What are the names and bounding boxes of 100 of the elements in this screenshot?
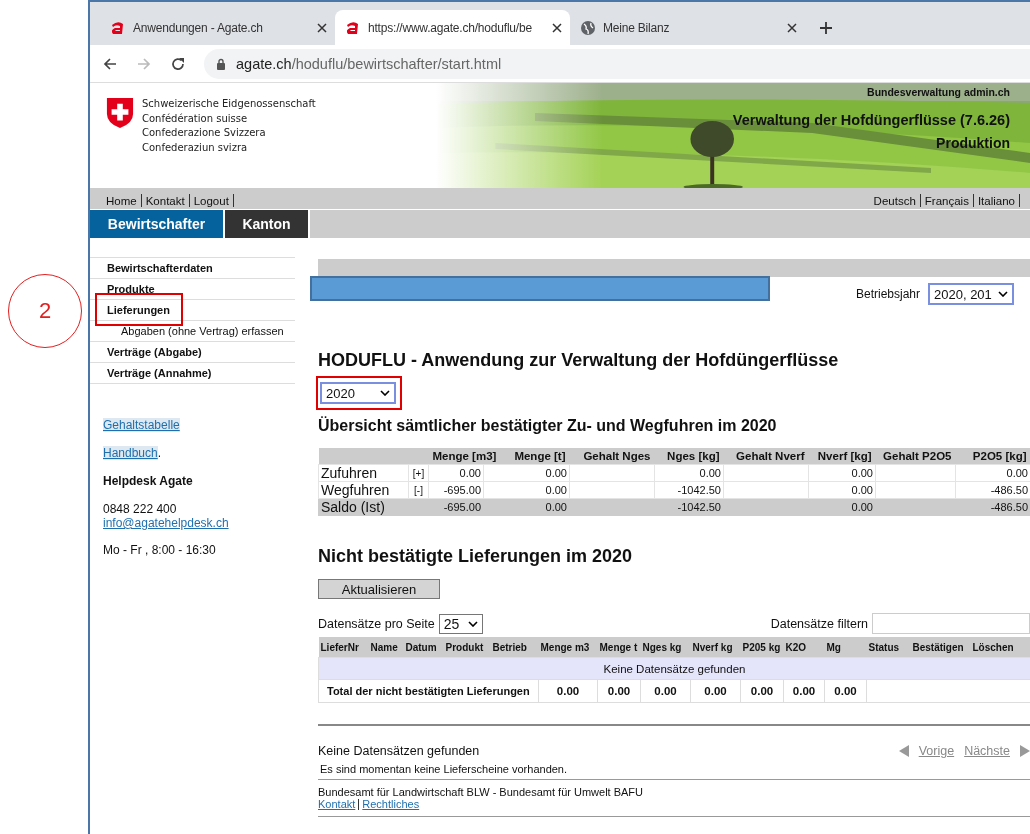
column-header: Datum xyxy=(405,641,437,653)
table-cell: 0.00 xyxy=(792,685,816,697)
table-cell: 0.00 xyxy=(704,685,727,697)
email-link[interactable]: info@agatehelpdesk.ch xyxy=(90,516,295,530)
previous-arrow-icon[interactable] xyxy=(898,745,909,757)
year-select[interactable]: 2020 xyxy=(320,382,396,404)
section-heading: Nicht bestätigte Lieferungen im 2020 xyxy=(318,546,634,567)
column-header: Gehalt P2O5 xyxy=(883,450,952,462)
footer-link[interactable]: Kontakt xyxy=(318,798,356,810)
confederation-name: Confederaziun svizra xyxy=(142,140,249,155)
column-header: Bestätigen xyxy=(912,641,964,653)
filter-field[interactable] xyxy=(872,613,1030,634)
column-header: Gehalt Nges xyxy=(583,450,651,462)
row-label: Zufuhren xyxy=(321,465,378,481)
column-header: Betrieb xyxy=(492,641,527,653)
table-cell: 0.00 xyxy=(834,685,857,697)
column-header: Name xyxy=(370,641,398,653)
confederation-name: Schweizerische Eidgenossenschaft xyxy=(142,97,316,111)
table-cell: -486.50 xyxy=(990,484,1028,496)
column-header: Nverf [kg] xyxy=(817,450,872,462)
top-nav-link[interactable]: Home xyxy=(106,194,142,207)
close-tab-icon[interactable] xyxy=(552,22,562,33)
next-link[interactable]: Nächste xyxy=(964,744,1010,758)
sidebar-menu-item[interactable]: Produkte xyxy=(107,283,155,295)
table-cell: 0.00 xyxy=(545,484,567,496)
table-cell: 0.00 xyxy=(556,685,580,697)
sidebar-menu-item[interactable]: Abgaben (ohne Vertrag) erfassen xyxy=(121,325,284,337)
column-header: Produkt xyxy=(445,641,484,653)
agate-logo-icon xyxy=(110,19,126,36)
column-header: Nges kg xyxy=(642,641,682,653)
caret-icon xyxy=(467,620,478,627)
table-cell: 0.00 xyxy=(851,484,873,496)
footer-link[interactable]: Rechtliches xyxy=(362,798,420,810)
records-status: Keine Datensätzen gefunden xyxy=(318,744,480,758)
lock-icon xyxy=(216,57,226,70)
column-header: Löschen xyxy=(972,641,1014,653)
table-cell: 0.00 xyxy=(459,467,481,479)
sidebar-menu-item[interactable]: Lieferungen xyxy=(107,304,170,316)
sidebar-menu-item[interactable]: Verträge (Abgabe) xyxy=(107,346,202,358)
table-cell: 0.00 xyxy=(750,685,774,697)
refresh-button[interactable]: Aktualisieren xyxy=(318,579,440,599)
total-label: Total der nicht bestätigten Lieferungen xyxy=(327,685,530,697)
language-link[interactable]: Français xyxy=(924,194,974,207)
back-arrow-icon[interactable] xyxy=(102,55,118,72)
globe-icon xyxy=(580,19,596,36)
column-header: P2O5 [kg] xyxy=(972,450,1027,462)
new-tab-icon[interactable] xyxy=(819,21,833,35)
page-size-select[interactable]: 25 xyxy=(438,613,483,634)
punctuation-text: . xyxy=(157,446,162,460)
application-title: Verwaltung der Hofdüngerflüsse (7.6.26) xyxy=(732,112,1010,128)
column-header: Status xyxy=(868,641,900,653)
next-arrow-icon[interactable] xyxy=(1020,745,1030,757)
browser-tab[interactable]: Anwendungen - Agate.ch xyxy=(100,10,335,45)
footer-text: Bundesamt für Landwirtschaft BLW - Bundesamt für Umwelt BAFU xyxy=(318,786,645,798)
sidebar-link[interactable]: Handbuch xyxy=(103,446,158,460)
caret-icon xyxy=(998,291,1008,297)
page-size-label: Datensätze pro Seite xyxy=(318,616,435,631)
column-header: Menge [m3] xyxy=(432,450,497,462)
main-tab[interactable]: Kanton xyxy=(225,210,308,238)
year-select[interactable]: 2020, 201 xyxy=(928,283,1014,305)
phone-number: 0848 222 400 xyxy=(102,502,178,516)
row-label: Saldo (Ist) xyxy=(321,499,385,515)
year-filter-label: Betriebsjahr xyxy=(855,287,920,301)
column-header: Nverf kg xyxy=(692,641,733,653)
close-tab-icon[interactable] xyxy=(787,22,797,33)
browser-tab[interactable]: Meine Bilanz xyxy=(570,10,805,45)
column-header: Menge m3 xyxy=(540,641,590,653)
reload-icon[interactable] xyxy=(170,55,186,72)
empty-message: Keine Datensätze gefunden xyxy=(603,662,746,675)
info-message: Es sind momentan keine Lieferscheine vorhanden. xyxy=(320,763,569,775)
column-header: P205 kg xyxy=(742,641,781,653)
column-header: Menge [t] xyxy=(514,450,566,462)
table-cell: -695.00 xyxy=(443,501,481,513)
table-cell: 0.00 xyxy=(607,685,631,697)
sidebar-link[interactable]: Gehaltstabelle xyxy=(103,418,180,432)
table-cell: -695.00 xyxy=(443,484,481,496)
table-cell: -1042.50 xyxy=(677,484,721,496)
top-nav-link[interactable]: Kontakt xyxy=(145,194,190,207)
main-tab[interactable]: Bewirtschafter xyxy=(90,210,223,238)
address-field[interactable]: agate.ch/hoduflu/bewirtschafter/start.html xyxy=(204,48,1030,79)
confederation-name: Confederazione Svizzera xyxy=(142,126,267,140)
swiss-shield-icon xyxy=(106,97,134,129)
column-header: Mg xyxy=(826,641,841,653)
sidebar-menu-item[interactable]: Verträge (Annahme) xyxy=(107,367,212,379)
previous-link[interactable]: Vorige xyxy=(918,744,955,758)
column-header: Nges [kg] xyxy=(667,450,720,462)
browser-tab[interactable]: https://www.agate.ch/hoduflu/be xyxy=(335,10,570,45)
table-cell: 0.00 xyxy=(851,467,873,479)
helpdesk-title: Helpdesk Agate xyxy=(102,474,194,488)
caret-icon xyxy=(380,390,390,396)
column-header: LieferNr xyxy=(320,641,359,653)
agate-logo-icon xyxy=(345,19,361,36)
table-cell: 0.00 xyxy=(699,467,721,479)
close-tab-icon[interactable] xyxy=(317,22,327,33)
language-link[interactable]: Italiano xyxy=(977,194,1020,207)
language-link[interactable]: Deutsch xyxy=(873,194,921,207)
filter-label: Datensätze filtern xyxy=(770,616,868,631)
table-cell: 0.00 xyxy=(545,501,567,513)
top-nav-link[interactable]: Logout xyxy=(193,194,234,207)
sidebar-menu-item[interactable]: Bewirtschafterdaten xyxy=(107,262,213,274)
